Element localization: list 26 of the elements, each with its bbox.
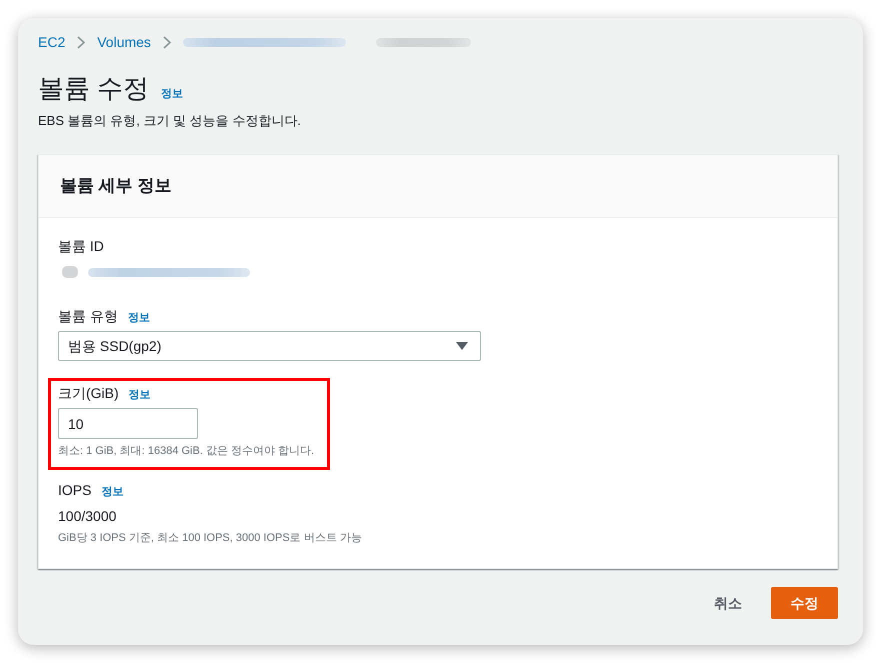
chevron-right-icon xyxy=(162,36,171,48)
field-label: 크기(GiB) xyxy=(58,384,119,403)
info-link[interactable]: 정보 xyxy=(161,87,184,101)
field-label: IOPS xyxy=(58,481,92,500)
info-link[interactable]: 정보 xyxy=(128,311,150,325)
field-label: 볼륨 ID xyxy=(58,237,104,256)
field-hint: 최소: 1 GiB, 최대: 16384 GiB. 값은 정수여야 합니다. xyxy=(58,444,314,459)
page-title: 볼륨 수정 xyxy=(38,72,150,105)
breadcrumb-link[interactable]: Volumes xyxy=(97,32,151,52)
field-label: 볼륨 유형 xyxy=(58,307,118,326)
page-description: EBS 볼륨의 유형, 크기 및 성능을 수정합니다. xyxy=(38,112,302,130)
blurred-volume-id-link[interactable] xyxy=(88,268,250,276)
field-value: 100/3000 xyxy=(58,507,118,526)
info-link[interactable]: 정보 xyxy=(128,388,151,402)
chevron-right-icon xyxy=(77,36,86,48)
caret-down-icon xyxy=(456,342,468,350)
card-title: 볼륨 세부 정보 xyxy=(60,175,172,197)
breadcrumb-link[interactable]: EC2 xyxy=(38,32,66,52)
volume-type-select[interactable]: 범용 SSD(gp2) xyxy=(58,331,481,361)
size-input[interactable]: 10 xyxy=(58,408,198,439)
blurred-icon xyxy=(62,266,78,278)
cancel-button[interactable]: 취소 xyxy=(714,593,742,613)
blurred-breadcrumb-link[interactable] xyxy=(182,38,346,46)
modify-button[interactable]: 수정 xyxy=(771,587,838,619)
info-link[interactable]: 정보 xyxy=(101,485,124,499)
field-hint: GiB당 3 IOPS 기준, 최소 100 IOPS, 3000 IOPS로 버스트 가능 xyxy=(58,531,363,546)
